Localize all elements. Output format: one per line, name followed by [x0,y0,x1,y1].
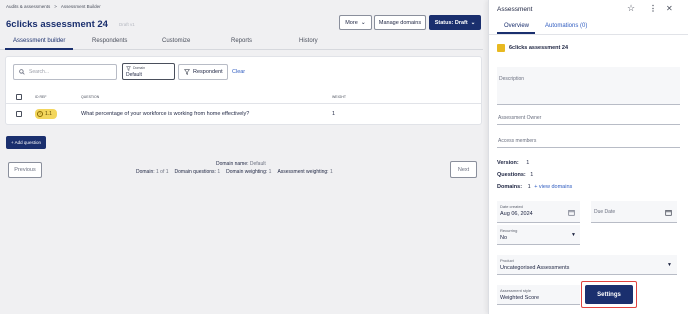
description-field[interactable]: Description [497,67,680,105]
tab-active-indicator [5,48,73,50]
domain-name-value: Default [249,161,266,167]
calendar-icon [665,210,672,216]
domain-filter-label: Domain [133,66,146,70]
domain-stat: Domain: 1 of 1 [136,169,169,175]
select-all-checkbox[interactable] [16,94,22,100]
column-header-weight: WEIGHT [332,95,346,99]
manage-domains-button[interactable]: Manage domains [374,15,426,30]
next-button[interactable]: Next [450,161,477,178]
question-id: 1.1 [45,111,52,117]
page-title: 6clicks assessment 24 [6,19,108,30]
row-checkbox[interactable] [16,111,22,117]
question-weight: 1 [332,111,336,117]
recurring-select[interactable]: Recurring No ▼ [497,225,580,245]
date-created-value: Aug 06, 2024 [500,211,533,217]
date-created-label: Date created [500,204,523,209]
column-header-id: ID REF [35,95,47,99]
tab-bar: Assessment builder Respondents Customize… [0,36,483,50]
status-label: Status: Draft [434,19,468,26]
column-header-question: QUESTION [81,95,100,99]
tab-automations[interactable]: Automations (0) [545,23,587,29]
page-subtitle: Draft v1 [119,22,135,27]
question-icon: ? [37,111,43,117]
more-label: More [345,19,358,26]
breadcrumb-audits[interactable]: Audits & assessments [6,4,50,9]
previous-button[interactable]: Previous [8,162,42,178]
date-created-field[interactable]: Date created Aug 06, 2024 [497,201,580,223]
tab-reports[interactable]: Reports [231,38,252,44]
close-icon[interactable]: ✕ [666,4,673,13]
panel-tab-divider [489,34,688,35]
assessment-weighting-stat: Assessment weighting: 1 [277,169,333,175]
version-row: Version: 1 [497,160,530,166]
access-members-label: Access members [498,138,537,144]
tab-assessment-builder[interactable]: Assessment builder [13,38,65,44]
table-row[interactable]: ? 1.1 What percentage of your workforce … [6,105,481,123]
tab-customize[interactable]: Customize [162,38,190,44]
add-question-button[interactable]: + Add question [6,136,46,149]
domain-questions-stat: Domain questions: 1 [174,169,221,175]
description-label: Description [499,76,525,82]
question-id-badge: ? 1.1 [35,109,57,119]
domain-filter[interactable]: Domain Default [122,63,175,80]
view-domains-link[interactable]: + view domains [534,184,572,190]
owner-label: Assessment Owner [498,115,542,121]
breadcrumb-separator: > [54,4,57,9]
search-placeholder: Search... [29,69,50,75]
assessment-name: 6clicks assessment 24 [509,45,569,51]
respondent-filter[interactable]: Respondent [178,64,228,80]
tab-overview[interactable]: Overview [504,23,529,29]
question-text[interactable]: What percentage of your workforce is wor… [81,111,249,117]
product-select[interactable]: Product Uncategorised Assessments ▼ [497,255,677,275]
caret-down-icon: ▼ [667,262,672,268]
filter-icon [126,66,131,71]
domain-name-summary: Domain name: Default [216,161,266,167]
calendar-icon [568,210,575,216]
questions-row: Questions: 1 [497,172,534,178]
filter-icon [184,69,190,75]
respondent-filter-label: Respondent [193,69,223,75]
table-header: ID REF QUESTION WEIGHT [6,89,481,104]
product-label: Product [500,258,514,263]
assessment-style-label: Assessment style [500,288,532,293]
side-panel: Assessment ☆ ⋮ ✕ Overview Automations (0… [488,0,688,314]
manage-domains-label: Manage domains [378,19,422,26]
domain-stats: Domain: 1 of 1 Domain questions: 1 Domai… [136,169,333,175]
breadcrumb-assessment-builder[interactable]: Assessment Builder [61,4,101,9]
tab-respondents[interactable]: Respondents [92,38,127,44]
assessment-style-field: Assessment style Weighted Score [497,285,580,305]
search-icon [19,69,25,75]
breadcrumb: Audits & assessments > Assessment Builde… [6,4,101,9]
assessment-style-value: Weighted Score [500,295,540,301]
more-button[interactable]: More ⌄ [339,15,372,30]
product-value: Uncategorised Assessments [500,265,570,271]
domain-filter-value: Default [126,72,142,78]
chevron-down-icon: ⌄ [470,19,476,26]
domain-name-label: Domain name: [216,161,249,167]
more-vertical-icon[interactable]: ⋮ [649,4,657,13]
recurring-label: Recurring [500,228,518,233]
owner-field[interactable]: Assessment Owner [497,108,680,125]
tab-history[interactable]: History [299,38,318,44]
recurring-value: No [500,235,508,241]
search-input[interactable]: Search... [13,64,117,80]
due-date-label: Due Date [594,209,616,215]
star-icon[interactable]: ☆ [627,3,635,14]
settings-button[interactable]: Settings [585,285,633,304]
assessment-type-icon [497,44,505,52]
questions-card: Search... Domain Default Respondent Clea… [5,56,482,125]
status-button[interactable]: Status: Draft ⌄ [429,15,481,30]
due-date-field[interactable]: Due Date [591,201,677,223]
domain-weighting-stat: Domain weighting: 1 [226,169,272,175]
domains-row: Domains: 1 + view domains [497,184,573,190]
chevron-down-icon: ⌄ [360,20,366,26]
panel-title: Assessment [497,6,533,13]
access-members-field[interactable]: Access members [497,131,680,148]
clear-filters-link[interactable]: Clear [232,69,245,75]
caret-down-icon: ▼ [571,232,576,238]
